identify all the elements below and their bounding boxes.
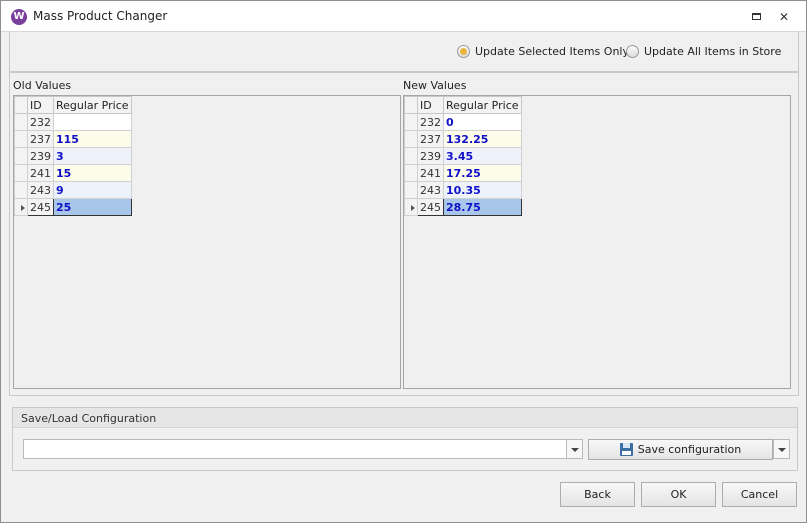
row-indicator (14, 164, 28, 182)
row-indicator (404, 113, 418, 131)
save-configuration-button[interactable]: Save configuration (588, 439, 773, 460)
column-header-regular-price[interactable]: Regular Price (443, 96, 522, 114)
row-indicator (404, 198, 418, 216)
row-indicator-header (404, 96, 418, 114)
cell-price[interactable]: 3.45 (443, 147, 522, 165)
cell-id[interactable]: 237 (27, 130, 54, 148)
column-header-id[interactable]: ID (417, 96, 444, 114)
row-indicator (404, 164, 418, 182)
restore-button[interactable] (748, 9, 764, 25)
chevron-down-icon (778, 448, 786, 452)
radio-update-all[interactable]: Update All Items in Store (626, 43, 781, 59)
close-button[interactable]: ✕ (776, 9, 792, 25)
radio-update-selected-label: Update Selected Items Only (475, 44, 629, 58)
cell-price[interactable]: 0 (443, 113, 522, 131)
cell-id[interactable]: 243 (27, 181, 54, 199)
new-values-label: New Values (403, 79, 467, 92)
config-dropdown-button[interactable] (566, 439, 583, 459)
cell-id[interactable]: 243 (417, 181, 444, 199)
table-header-row: ID Regular Price (404, 96, 522, 114)
cell-id[interactable]: 237 (417, 130, 444, 148)
close-icon: ✕ (778, 10, 790, 24)
cell-price[interactable]: 3 (53, 147, 132, 165)
radio-update-all-label: Update All Items in Store (644, 44, 782, 58)
row-indicator (404, 181, 418, 199)
row-indicator (14, 130, 28, 148)
cell-id[interactable]: 241 (27, 164, 54, 182)
table-header-row: ID Regular Price (14, 96, 132, 114)
radio-update-selected[interactable]: Update Selected Items Only (457, 43, 629, 59)
ok-button[interactable]: OK (641, 482, 716, 507)
row-indicator (14, 181, 28, 199)
cell-id[interactable]: 232 (417, 113, 444, 131)
save-configuration-label: Save configuration (637, 443, 742, 456)
config-header: Save/Load Configuration (13, 408, 797, 428)
cancel-button[interactable]: Cancel (722, 482, 797, 507)
current-row-arrow-icon (21, 204, 25, 211)
old-values-label: Old Values (13, 79, 72, 92)
old-values-grid[interactable]: ID Regular Price 232 237 115 239 3 241 1… (13, 95, 401, 389)
table-row[interactable]: 243 9 (14, 181, 132, 199)
table-row[interactable]: 232 (14, 113, 132, 131)
window-title: Mass Product Changer (33, 9, 168, 23)
table-row[interactable]: 241 17.25 (404, 164, 522, 182)
old-values-table: ID Regular Price 232 237 115 239 3 241 1… (14, 96, 132, 216)
table-row-selected[interactable]: 245 25 (14, 198, 132, 216)
title-bar: W Mass Product Changer ✕ (1, 1, 806, 32)
radio-unchecked-icon (626, 44, 639, 58)
cell-id[interactable]: 232 (27, 113, 54, 131)
values-frame: Old Values New Values ID Regular Price 2… (9, 72, 799, 396)
back-button[interactable]: Back (560, 482, 635, 507)
app-logo-icon: W (11, 9, 27, 25)
cell-price[interactable]: 25 (53, 198, 132, 216)
table-row[interactable]: 239 3.45 (404, 147, 522, 165)
row-indicator (14, 113, 28, 131)
row-indicator (14, 147, 28, 165)
config-title: Save/Load Configuration (21, 412, 157, 425)
table-row-selected[interactable]: 245 28.75 (404, 198, 522, 216)
column-header-regular-price[interactable]: Regular Price (53, 96, 132, 114)
update-mode-panel: Update Selected Items Only Update All It… (9, 32, 799, 72)
cell-id[interactable]: 245 (417, 198, 444, 216)
table-row[interactable]: 237 115 (14, 130, 132, 148)
cell-id[interactable]: 239 (417, 147, 444, 165)
cell-price[interactable]: 10.35 (443, 181, 522, 199)
row-indicator (404, 130, 418, 148)
cell-price[interactable]: 132.25 (443, 130, 522, 148)
cell-id[interactable]: 245 (27, 198, 54, 216)
row-indicator (14, 198, 28, 216)
new-values-table: ID Regular Price 232 0 237 132.25 239 3.… (404, 96, 522, 216)
restore-icon (752, 13, 761, 20)
save-options-dropdown-button[interactable] (773, 439, 790, 459)
table-row[interactable]: 239 3 (14, 147, 132, 165)
table-row[interactable]: 237 132.25 (404, 130, 522, 148)
table-row[interactable]: 243 10.35 (404, 181, 522, 199)
row-indicator (404, 147, 418, 165)
cell-price[interactable]: 17.25 (443, 164, 522, 182)
cell-id[interactable]: 241 (417, 164, 444, 182)
chevron-down-icon (571, 448, 579, 452)
radio-checked-icon (457, 44, 470, 58)
cell-price[interactable] (53, 113, 132, 131)
cell-price[interactable]: 9 (53, 181, 132, 199)
column-header-id[interactable]: ID (27, 96, 54, 114)
cell-price[interactable]: 28.75 (443, 198, 522, 216)
cell-id[interactable]: 239 (27, 147, 54, 165)
cell-price[interactable]: 15 (53, 164, 132, 182)
cell-price[interactable]: 115 (53, 130, 132, 148)
floppy-disk-icon (619, 443, 633, 456)
save-load-config-panel: Save/Load Configuration Save configurati… (12, 407, 798, 471)
table-row[interactable]: 241 15 (14, 164, 132, 182)
table-row[interactable]: 232 0 (404, 113, 522, 131)
current-row-arrow-icon (411, 204, 415, 211)
new-values-grid[interactable]: ID Regular Price 232 0 237 132.25 239 3.… (403, 95, 791, 389)
row-indicator-header (14, 96, 28, 114)
mass-product-changer-window: W Mass Product Changer ✕ Update Selected… (0, 0, 807, 523)
config-name-input[interactable] (23, 439, 583, 459)
